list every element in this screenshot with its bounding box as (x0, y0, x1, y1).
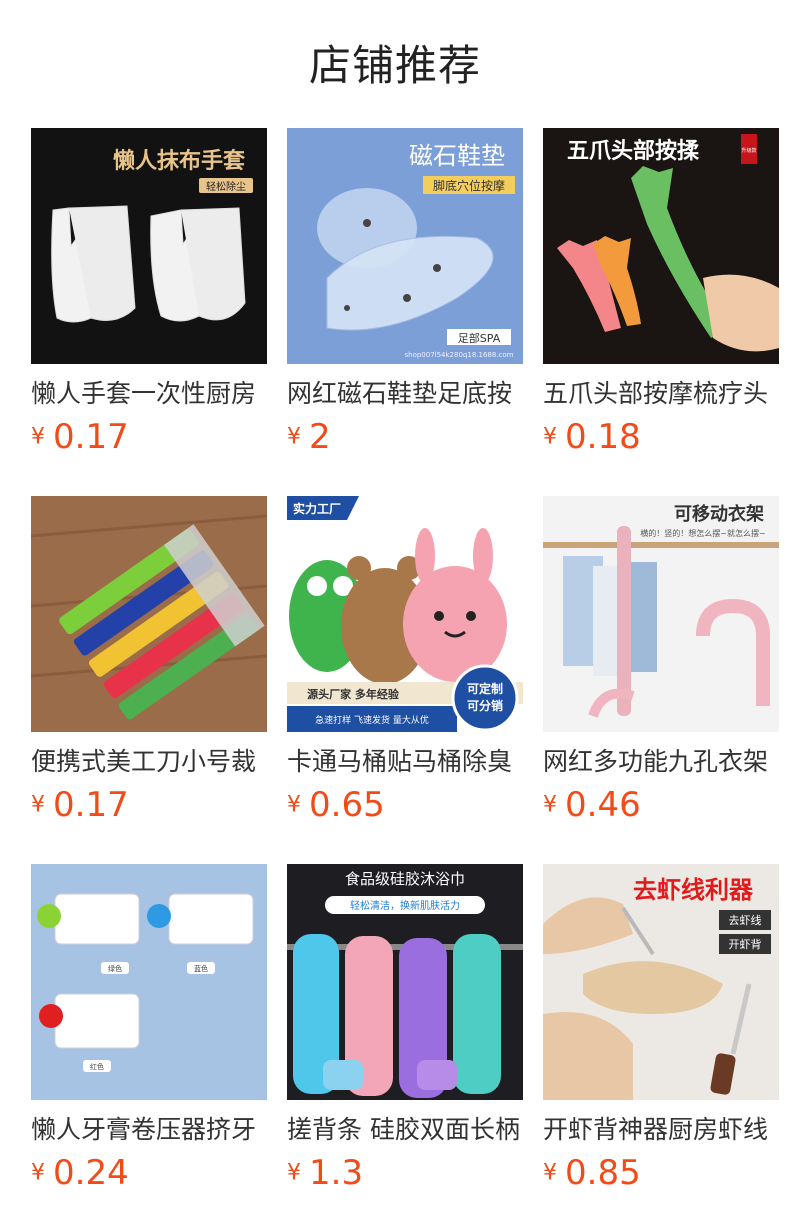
image-text: 升级款 (741, 147, 756, 154)
price-value: 0.17 (53, 785, 129, 825)
image-text: 轻松清洁，换新肌肤活力 (350, 899, 460, 912)
currency-symbol: ¥ (543, 1160, 557, 1186)
product-price: ¥0.18 (543, 417, 641, 457)
image-text: 食品级硅胶沐浴巾 (345, 870, 465, 888)
product-image-toilet-sticker[interactable]: 实力工厂 源头厂家 多年经验 急速打样 飞速发货 量大从优 可定制 可分销 (287, 496, 523, 732)
product-price: ¥0.65 (287, 785, 385, 825)
currency-symbol: ¥ (31, 424, 45, 450)
image-text: 去虾线 (729, 913, 762, 927)
product-name[interactable]: 五爪头部按摩梳疗头 (543, 377, 779, 411)
product-name[interactable]: 搓背条 硅胶双面长柄 (287, 1113, 523, 1147)
product-card[interactable]: 便携式美工刀小号裁 ¥0.17 (31, 496, 267, 825)
product-price: ¥0.17 (31, 417, 129, 457)
product-price: ¥0.46 (543, 785, 641, 825)
product-card[interactable]: 食品级硅胶沐浴巾 轻松清洁，换新肌肤活力 搓背条 硅胶双面长柄 ¥1.3 (287, 864, 523, 1193)
currency-symbol: ¥ (543, 424, 557, 450)
product-price: ¥2 (287, 417, 331, 457)
image-text: 可定制 (467, 681, 503, 696)
image-text: 横的！竖的！想怎么摆~就怎么摆~ (640, 528, 765, 538)
price-value: 2 (309, 417, 331, 457)
product-price: ¥1.3 (287, 1153, 363, 1193)
image-text: 磁石鞋垫 (409, 142, 505, 170)
product-card[interactable]: 绿色 蓝色 红色 懒人牙膏卷压器挤牙 ¥0.24 (31, 864, 267, 1193)
image-text: 开虾背 (729, 937, 762, 951)
image-text: 红色 (90, 1062, 104, 1071)
product-name[interactable]: 懒人手套一次性厨房 (31, 377, 267, 411)
image-text: shop007l54k280q18.1688.com (404, 351, 513, 359)
price-value: 0.65 (309, 785, 385, 825)
price-value: 0.17 (53, 417, 129, 457)
product-price: ¥0.85 (543, 1153, 641, 1193)
product-card[interactable]: 可移动衣架 横的！竖的！想怎么摆~就怎么摆~ 网红多功能九孔衣架 ¥0.46 (543, 496, 779, 825)
product-card[interactable]: 五爪头部按揉 升级款 五爪头部按摩梳疗头 ¥0.18 (543, 128, 779, 457)
currency-symbol: ¥ (287, 792, 301, 818)
page-title: 店铺推荐 (308, 41, 481, 90)
image-text: 实力工厂 (293, 501, 341, 516)
currency-symbol: ¥ (31, 1160, 45, 1186)
image-text: 五爪头部按揉 (567, 138, 700, 164)
product-image-gloves[interactable]: 懒人抹布手套 轻松除尘 (31, 128, 267, 364)
product-card[interactable]: 懒人抹布手套 轻松除尘 懒人手套一次性厨房 ¥0.17 (31, 128, 267, 457)
image-text: 蓝色 (194, 964, 208, 973)
product-price: ¥0.24 (31, 1153, 129, 1193)
image-text: 脚底穴位按摩 (433, 178, 505, 193)
product-image-massage-comb[interactable]: 五爪头部按揉 升级款 (543, 128, 779, 364)
product-name[interactable]: 网红磁石鞋垫足底按 (287, 377, 523, 411)
product-name[interactable]: 开虾背神器厨房虾线 (543, 1113, 779, 1147)
currency-symbol: ¥ (287, 1160, 301, 1186)
product-image-utility-knife[interactable] (31, 496, 267, 732)
price-value: 1.3 (309, 1153, 364, 1193)
image-text: 足部SPA (458, 331, 501, 345)
price-value: 0.18 (565, 417, 641, 457)
product-image-insole[interactable]: 磁石鞋垫 脚底穴位按摩 足部SPA shop007l54k280q18.1688… (287, 128, 523, 364)
currency-symbol: ¥ (543, 792, 557, 818)
currency-symbol: ¥ (287, 424, 301, 450)
currency-symbol: ¥ (31, 792, 45, 818)
product-card[interactable]: 去虾线利器 去虾线 开虾背 开虾背神器厨房虾线 ¥0.85 (543, 864, 779, 1193)
product-image-bath-strap[interactable]: 食品级硅胶沐浴巾 轻松清洁，换新肌肤活力 (287, 864, 523, 1100)
product-image-shrimp-tool[interactable]: 去虾线利器 去虾线 开虾背 (543, 864, 779, 1100)
image-text: 源头厂家 多年经验 (307, 687, 400, 701)
product-name[interactable]: 卡通马桶贴马桶除臭 (287, 745, 523, 779)
price-value: 0.85 (565, 1153, 641, 1193)
product-card[interactable]: 磁石鞋垫 脚底穴位按摩 足部SPA shop007l54k280q18.1688… (287, 128, 523, 457)
image-text: 可分销 (467, 698, 503, 713)
product-image-toothpaste-squeezer[interactable]: 绿色 蓝色 红色 (31, 864, 267, 1100)
image-text: 绿色 (108, 964, 122, 973)
image-text: 轻松除尘 (206, 180, 246, 193)
price-value: 0.24 (53, 1153, 129, 1193)
image-text: 可移动衣架 (674, 503, 764, 525)
product-name[interactable]: 网红多功能九孔衣架 (543, 745, 779, 779)
product-image-hanger[interactable]: 可移动衣架 横的！竖的！想怎么摆~就怎么摆~ (543, 496, 779, 732)
image-text: 懒人抹布手套 (113, 148, 245, 174)
product-name[interactable]: 懒人牙膏卷压器挤牙 (31, 1113, 267, 1147)
price-value: 0.46 (565, 785, 641, 825)
product-name[interactable]: 便携式美工刀小号裁 (31, 745, 267, 779)
image-text: 去虾线利器 (633, 876, 754, 904)
product-card[interactable]: 实力工厂 源头厂家 多年经验 急速打样 飞速发货 量大从优 可定制 可分销 卡通… (287, 496, 523, 825)
product-price: ¥0.17 (31, 785, 129, 825)
image-text: 急速打样 飞速发货 量大从优 (315, 714, 429, 726)
